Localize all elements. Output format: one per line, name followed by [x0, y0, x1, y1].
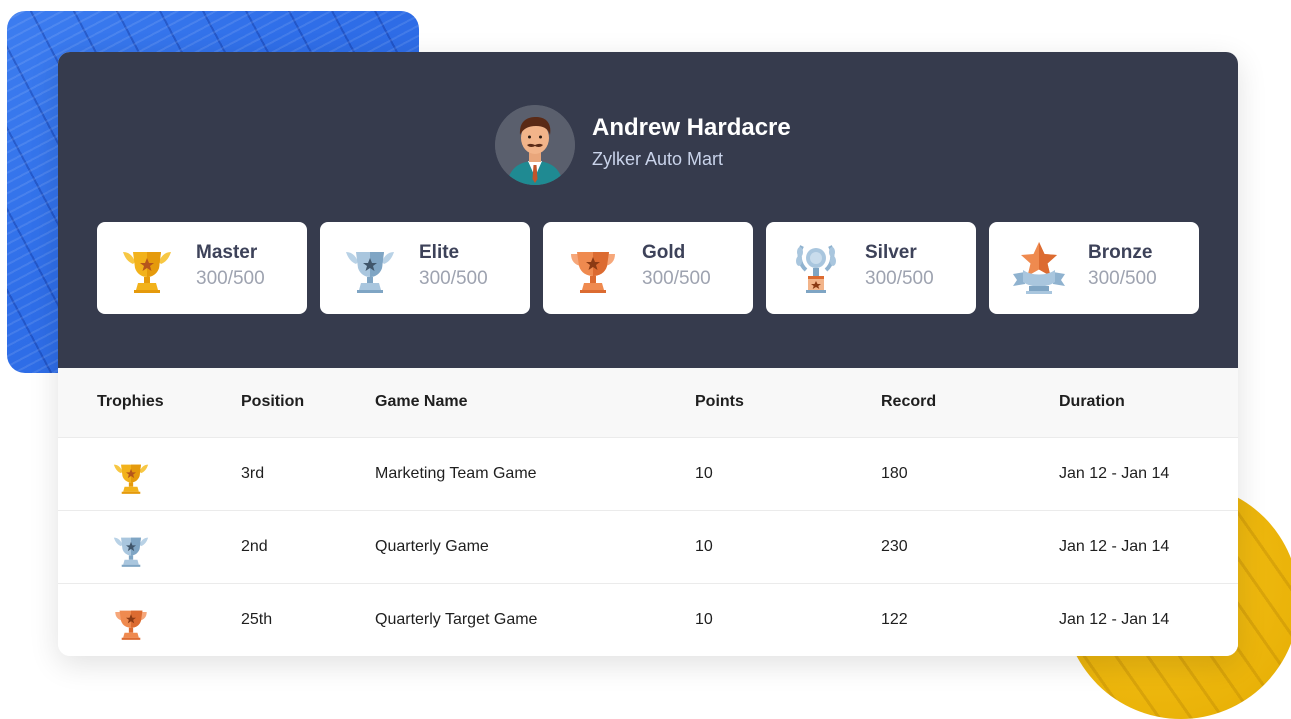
star-ribbon-trophy-icon [1013, 242, 1065, 294]
silver-winged-trophy-icon [113, 537, 149, 567]
header-position: Position [241, 393, 305, 410]
bronze-cup-trophy-icon [571, 252, 615, 293]
user-name: Andrew Hardacre [592, 114, 791, 141]
cell-points: 10 [695, 465, 713, 482]
badge-title: Gold [642, 242, 686, 263]
cell-position: 2nd [241, 538, 268, 555]
cell-position: 25th [241, 611, 273, 628]
cell-duration: Jan 12 - Jan 14 [1059, 538, 1170, 555]
badge-value: 300/500 [196, 268, 265, 289]
cell-position: 3rd [241, 465, 265, 482]
profile-header: Andrew Hardacre Zylker Auto Mart Master … [58, 52, 1238, 368]
badge-title: Elite [419, 242, 460, 263]
silver-winged-trophy-icon [346, 252, 394, 293]
leaderboard-card: Andrew Hardacre Zylker Auto Mart Master … [58, 52, 1238, 656]
bronze-cup-trophy-icon [115, 610, 147, 640]
user-company: Zylker Auto Mart [592, 149, 724, 169]
cell-record: 230 [881, 538, 908, 555]
gold-winged-trophy-icon [123, 252, 171, 293]
header-trophies: Trophies [97, 393, 164, 410]
cell-game-name: Quarterly Game [375, 538, 489, 555]
cell-points: 10 [695, 538, 713, 555]
header-duration: Duration [1059, 393, 1125, 410]
badge-title: Bronze [1088, 242, 1153, 263]
badge-value: 300/500 [865, 268, 934, 289]
games-table: Trophies Position Game Name Points Recor… [58, 368, 1238, 656]
header-record: Record [881, 393, 937, 410]
badge-bronze[interactable]: Bronze 300/500 [989, 222, 1199, 314]
silver-laurel-trophy-icon [796, 245, 836, 293]
badge-title: Silver [865, 242, 917, 263]
badge-elite[interactable]: Elite 300/500 [320, 222, 530, 314]
cell-duration: Jan 12 - Jan 14 [1059, 465, 1170, 482]
table-row[interactable]: 25th Quarterly Target Game 10 122 Jan 12… [58, 584, 1238, 656]
header-points: Points [695, 393, 744, 410]
badge-list: Master 300/500 Elite 300/500 Gold 300/50… [97, 222, 1199, 314]
table-row[interactable]: 3rd Marketing Team Game 10 180 Jan 12 - … [58, 438, 1238, 511]
table-header: Trophies Position Game Name Points Recor… [58, 368, 1238, 438]
header-game-name: Game Name [375, 393, 468, 410]
cell-record: 180 [881, 465, 908, 482]
badge-title: Master [196, 242, 258, 263]
badge-silver[interactable]: Silver 300/500 [766, 222, 976, 314]
cell-duration: Jan 12 - Jan 14 [1059, 611, 1170, 628]
cell-game-name: Marketing Team Game [375, 465, 537, 482]
cell-points: 10 [695, 611, 713, 628]
cell-game-name: Quarterly Target Game [375, 611, 538, 628]
table-row[interactable]: 2nd Quarterly Game 10 230 Jan 12 - Jan 1… [58, 511, 1238, 584]
avatar [495, 105, 575, 185]
badge-value: 300/500 [419, 268, 488, 289]
badge-value: 300/500 [642, 268, 711, 289]
person-avatar-icon [495, 105, 575, 185]
gold-winged-trophy-icon [113, 464, 149, 494]
cell-record: 122 [881, 611, 908, 628]
badge-gold[interactable]: Gold 300/500 [543, 222, 753, 314]
badge-master[interactable]: Master 300/500 [97, 222, 307, 314]
badge-value: 300/500 [1088, 268, 1157, 289]
